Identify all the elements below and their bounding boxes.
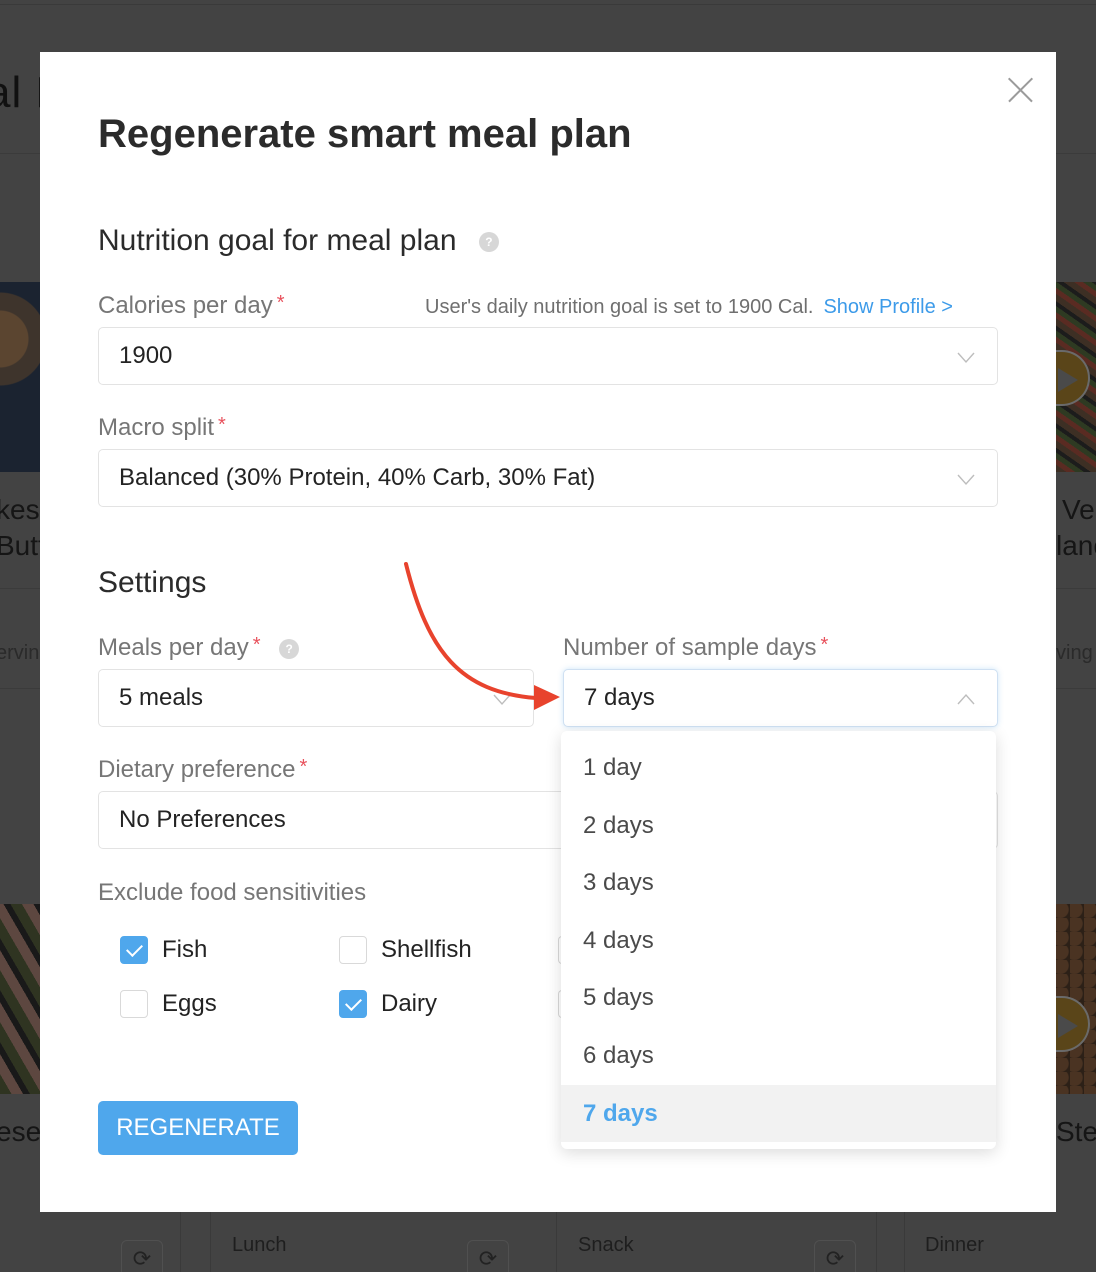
sample-days-select[interactable]: 7 days [563, 669, 998, 727]
settings-section-title: Settings [98, 566, 207, 599]
show-profile-link[interactable]: Show Profile > [823, 296, 953, 318]
checkbox-icon[interactable] [120, 936, 148, 964]
bg-divider [876, 1212, 877, 1272]
calorie-goal-hint-text: User's daily nutrition goal is set to 19… [425, 296, 814, 318]
bg-meal-label: Snack [578, 1234, 634, 1256]
checkbox-icon[interactable] [339, 936, 367, 964]
dietary-preference-value: No Preferences [119, 806, 286, 833]
chevron-down-icon [957, 348, 975, 366]
dropdown-option[interactable]: 1 day [561, 739, 996, 797]
bg-recipe-image [0, 282, 40, 472]
bg-recipe-image [0, 904, 40, 1094]
sample-days-label-text: Number of sample days [563, 634, 817, 661]
dietary-preference-label-text: Dietary preference [98, 756, 296, 783]
calories-value: 1900 [119, 342, 173, 369]
regenerate-meal-plan-modal: Regenerate smart meal plan Nutrition goa… [40, 52, 1056, 1212]
bg-divider [556, 1212, 557, 1272]
chevron-down-icon [957, 470, 975, 488]
calories-select[interactable]: 1900 [98, 327, 998, 385]
modal-title: Regenerate smart meal plan [98, 112, 632, 156]
bg-card-serving: ervin [0, 642, 40, 664]
bg-card-title: lanc [1056, 530, 1096, 561]
bg-divider [180, 1212, 181, 1272]
checkbox-label: Fish [162, 936, 208, 963]
close-icon[interactable] [1006, 76, 1034, 104]
checkbox-fish[interactable]: Fish [120, 936, 207, 964]
bg-recipe-image [1056, 282, 1096, 472]
sample-days-value: 7 days [584, 684, 655, 711]
bg-meal-label: Lunch [232, 1234, 287, 1256]
checkbox-label: Eggs [162, 990, 217, 1017]
swap-icon: ⟳ [121, 1240, 163, 1272]
required-mark: * [252, 634, 261, 656]
meals-per-day-label-text: Meals per day [98, 634, 249, 661]
required-mark: * [820, 634, 829, 656]
required-mark: * [276, 292, 285, 314]
required-mark: * [218, 414, 226, 436]
bg-card-title: ese [0, 1116, 42, 1147]
help-icon[interactable]: ? [478, 232, 499, 253]
swap-icon: ⟳ [814, 1240, 856, 1272]
sample-days-label: Number of sample days * [563, 634, 828, 662]
dietary-preference-label: Dietary preference * [98, 756, 307, 784]
food-sensitivities-label: Exclude food sensitivities [98, 879, 367, 906]
bg-card-title: Butt [0, 530, 46, 561]
macro-split-label: Macro split * [98, 414, 226, 442]
regenerate-button[interactable]: REGENERATE [98, 1101, 298, 1155]
play-icon [1056, 996, 1090, 1052]
sample-days-dropdown-menu: 1 day 2 days 3 days 4 days 5 days 6 days 7 day… [561, 731, 996, 1149]
bg-card-title: Ve [1062, 494, 1095, 525]
swap-icon: ⟳ [467, 1240, 509, 1272]
bg-card-title: Stew [1056, 1116, 1096, 1147]
checkbox-shellfish[interactable]: Shellfish [339, 936, 472, 964]
dropdown-option[interactable]: 2 days [561, 797, 996, 855]
macro-split-select[interactable]: Balanced (30% Protein, 40% Carb, 30% Fat… [98, 449, 998, 507]
bg-card-serving: ving [1056, 642, 1093, 664]
bg-divider [210, 1212, 211, 1272]
bg-card-title: kes [0, 494, 40, 525]
help-icon[interactable]: ? [279, 638, 300, 659]
macro-split-label-text: Macro split [98, 414, 215, 441]
checkbox-dairy[interactable]: Dairy [339, 990, 437, 1018]
checkbox-label: Shellfish [381, 936, 472, 963]
calorie-goal-hint: User's daily nutrition goal is set to 19… [425, 296, 953, 319]
bg-divider [904, 1212, 905, 1272]
calories-label-text: Calories per day [98, 292, 273, 319]
checkbox-label: Dairy [381, 990, 438, 1017]
chevron-up-icon [957, 690, 975, 708]
dropdown-option[interactable]: 3 days [561, 854, 996, 912]
dropdown-option[interactable]: 6 days [561, 1027, 996, 1085]
meals-per-day-select[interactable]: 5 meals [98, 669, 534, 727]
bg-top-bar [0, 0, 1096, 5]
nutrition-section-title: Nutrition goal for meal plan ? [98, 224, 499, 258]
required-mark: * [299, 756, 308, 778]
macro-split-value: Balanced (30% Protein, 40% Carb, 30% Fat… [119, 464, 596, 491]
bg-meal-label: Dinner [925, 1234, 984, 1256]
play-icon [1056, 350, 1090, 406]
bg-recipe-image [1056, 904, 1096, 1094]
dropdown-option[interactable]: 5 days [561, 969, 996, 1027]
calories-label: Calories per day * [98, 292, 285, 320]
dropdown-option[interactable]: 4 days [561, 912, 996, 970]
checkbox-icon[interactable] [120, 990, 148, 1018]
checkbox-icon[interactable] [339, 990, 367, 1018]
checkbox-eggs[interactable]: Eggs [120, 990, 217, 1018]
meals-per-day-value: 5 meals [119, 684, 204, 711]
chevron-down-icon [493, 690, 511, 708]
meals-per-day-label: Meals per day * ? [98, 634, 300, 662]
nutrition-section-label: Nutrition goal for meal plan [98, 224, 457, 257]
dropdown-option[interactable]: 7 days [561, 1084, 996, 1143]
